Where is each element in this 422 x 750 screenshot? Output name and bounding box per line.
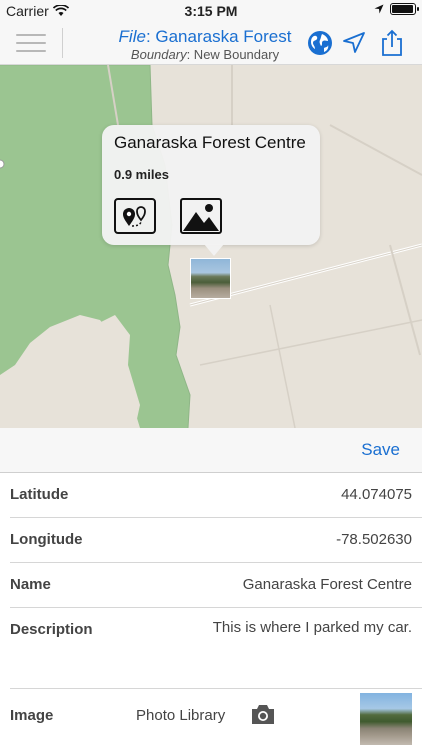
directions-pin-icon[interactable] <box>114 198 156 234</box>
location-photo-marker[interactable] <box>190 258 231 299</box>
nav-bar: File: Ganaraska Forest Boundary: New Bou… <box>0 20 422 65</box>
longitude-label: Longitude <box>10 531 83 548</box>
nav-title: File: Ganaraska Forest Boundary: New Bou… <box>70 28 340 61</box>
photo-library-button[interactable]: Photo Library <box>136 707 225 724</box>
name-label: Name <box>10 576 51 593</box>
status-time: 3:15 PM <box>184 3 238 19</box>
file-title: File: Ganaraska Forest <box>70 28 340 45</box>
callout-distance: 0.9 miles <box>114 167 169 182</box>
menu-icon[interactable] <box>16 34 46 52</box>
description-row[interactable]: Description This is where I parked my ca… <box>10 608 422 689</box>
map-view[interactable]: Ganaraska Forest Centre 0.9 miles <box>0 65 422 428</box>
share-icon[interactable] <box>378 29 406 57</box>
sheet-header: Save <box>0 428 422 473</box>
description-label: Description <box>10 621 93 638</box>
image-label: Image <box>10 707 54 724</box>
boundary-name: : New Boundary <box>186 47 280 62</box>
latitude-label: Latitude <box>10 486 69 503</box>
nav-divider <box>62 28 63 58</box>
latitude-value[interactable]: 44.074075 <box>341 486 412 503</box>
callout-pointer <box>204 244 224 256</box>
location-services-icon <box>374 4 384 14</box>
image-thumbnail[interactable] <box>360 693 412 745</box>
longitude-row[interactable]: Longitude -78.502630 <box>10 518 422 563</box>
boundary-subtitle: Boundary: New Boundary <box>70 48 340 61</box>
globe-icon[interactable] <box>306 29 334 57</box>
save-button[interactable]: Save <box>361 440 400 460</box>
callout-title: Ganaraska Forest Centre <box>114 133 306 152</box>
map-callout[interactable]: Ganaraska Forest Centre 0.9 miles <box>102 125 320 245</box>
name-value[interactable]: Ganaraska Forest Centre <box>243 576 412 593</box>
file-name: : Ganaraska Forest <box>145 27 292 46</box>
detail-sheet: Save Latitude 44.074075 Longitude -78.50… <box>0 428 422 750</box>
battery-icon <box>390 3 419 15</box>
file-prefix: File <box>118 27 146 46</box>
boundary-prefix: Boundary <box>130 47 187 62</box>
camera-icon[interactable] <box>250 703 276 725</box>
image-row: Image Photo Library <box>10 689 422 750</box>
status-right <box>374 3 419 15</box>
description-value[interactable]: This is where I parked my car. <box>212 617 412 639</box>
status-bar: Carrier 3:15 PM <box>0 0 422 20</box>
latitude-row[interactable]: Latitude 44.074075 <box>10 473 422 518</box>
name-row[interactable]: Name Ganaraska Forest Centre <box>10 563 422 608</box>
location-arrow-icon[interactable] <box>340 29 368 57</box>
battery-fill <box>392 5 413 13</box>
image-icon[interactable] <box>180 198 222 234</box>
longitude-value[interactable]: -78.502630 <box>336 531 412 548</box>
